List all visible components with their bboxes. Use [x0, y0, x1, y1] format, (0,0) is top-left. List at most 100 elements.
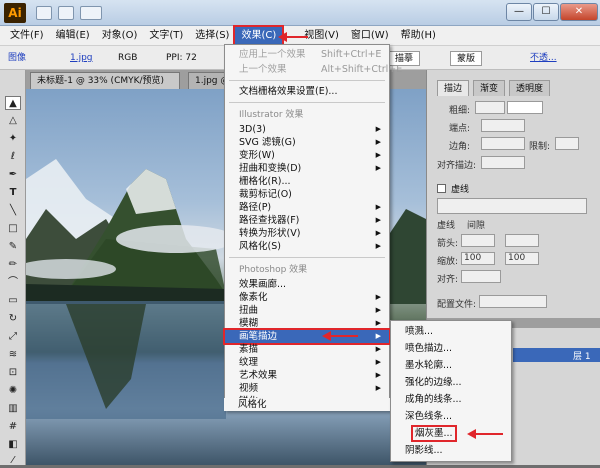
effect-sketch-item[interactable]: 素描 ▶	[225, 343, 389, 356]
rectangle-tool-icon[interactable]: □	[5, 222, 21, 236]
paintbrush-tool-icon[interactable]: ✎	[5, 240, 21, 254]
spatter-item[interactable]: 喷溅...	[391, 325, 511, 338]
start-scale-field[interactable]: 100	[461, 252, 495, 265]
close-button[interactable]: ✕	[560, 3, 598, 21]
eyedropper-tool-icon[interactable]: ⁄	[5, 454, 21, 468]
end-arrowhead-select[interactable]	[505, 234, 539, 247]
submenu-arrow-icon: ▶	[375, 384, 381, 392]
dashed-line-checkbox[interactable]	[437, 184, 446, 193]
minimize-button[interactable]: —	[506, 3, 532, 21]
effect-stylize-item[interactable]: 风格化(S) ▶	[225, 240, 389, 253]
scale-label: 缩放:	[437, 257, 459, 267]
effect-distort-item[interactable]: 扭曲 ▶	[225, 304, 389, 317]
blob-brush-tool-icon[interactable]: ⌒	[5, 276, 21, 290]
effect-pixelate-item[interactable]: 像素化 ▶	[225, 291, 389, 304]
tab-untitled-1[interactable]: 未标题-1 @ 33% (CMYK/预览)	[30, 72, 180, 89]
sumi-e-item[interactable]: 烟灰墨...	[411, 425, 457, 442]
free-transform-tool-icon[interactable]: ⊡	[5, 366, 21, 380]
warp-tool-icon[interactable]: ≋	[5, 348, 21, 362]
effect-artistic-item[interactable]: 艺术效果 ▶	[225, 369, 389, 382]
submenu-arrow-icon: ▶	[375, 216, 381, 224]
magic-wand-tool-icon[interactable]: ✦	[5, 132, 21, 146]
dash-gap-fields[interactable]	[437, 198, 587, 214]
effect-rasterize-item[interactable]: 栅格化(R)...	[225, 175, 389, 188]
lasso-tool-icon[interactable]: ℓ	[5, 150, 21, 164]
submenu-arrow-icon: ▶	[375, 151, 381, 159]
menu-separator	[229, 80, 385, 81]
effect-path-item[interactable]: 路径(P) ▶	[225, 201, 389, 214]
submenu-arrow-icon: ▶	[375, 242, 381, 250]
ink-outlines-item[interactable]: 墨水轮廓...	[391, 359, 511, 372]
workspace-icon[interactable]	[58, 6, 74, 20]
submenu-arrow-icon: ▶	[375, 164, 381, 172]
linked-file-link[interactable]: 1.jpg	[70, 51, 93, 66]
menu-object[interactable]: 对象(O)	[96, 27, 144, 45]
menu-window[interactable]: 窗口(W)	[345, 27, 395, 45]
align-arrow-buttons[interactable]	[461, 270, 501, 283]
dark-strokes-item[interactable]: 深色线条...	[391, 410, 511, 423]
sprayed-strokes-item[interactable]: 喷色描边...	[391, 342, 511, 355]
dashed-line-label: 虚线	[451, 185, 470, 195]
effect-distort-transform-item[interactable]: 扭曲和变换(D) ▶	[225, 162, 389, 175]
line-tool-icon[interactable]: ╲	[5, 204, 21, 218]
menu-file[interactable]: 文件(F)	[4, 27, 50, 45]
raster-effect-settings-item[interactable]: 文档栅格效果设置(E)...	[225, 85, 389, 98]
tools-panel: ▲ △ ✦ ℓ ✒ T ╲ □ ✎ ✏ ⌒ ▭ ↻ ⤢ ≋ ⊡ ✺ ▥ # ◧ …	[0, 70, 26, 468]
weight-label: 粗细:	[449, 106, 471, 116]
symbol-sprayer-tool-icon[interactable]: ✺	[5, 384, 21, 398]
pencil-tool-icon[interactable]: ✏	[5, 258, 21, 272]
tab-transparency[interactable]: 透明度	[509, 80, 551, 96]
maximize-button[interactable]: ☐	[533, 3, 559, 21]
effect-svg-filters-item[interactable]: SVG 滤镜(G) ▶	[225, 136, 389, 149]
profile-label: 配置文件:	[437, 300, 477, 310]
effect-pathfinder-item[interactable]: 路径查找器(F) ▶	[225, 214, 389, 227]
weight-dropdown[interactable]	[507, 101, 543, 114]
start-arrowhead-select[interactable]	[461, 234, 495, 247]
menu-help[interactable]: 帮助(H)	[395, 27, 442, 45]
crosshatch-item[interactable]: 阴影线...	[391, 444, 511, 457]
selection-tool-icon[interactable]: ▲	[5, 96, 21, 110]
pen-tool-icon[interactable]: ✒	[5, 168, 21, 182]
profile-select[interactable]	[479, 295, 547, 308]
last-effect-item[interactable]: 上一个效果 Alt+Shift+Ctrl+E	[225, 63, 402, 76]
menu-edit[interactable]: 编辑(E)	[50, 27, 96, 45]
apply-last-effect-item[interactable]: 应用上一个效果 Shift+Ctrl+E	[225, 48, 389, 61]
rotate-tool-icon[interactable]: ↻	[5, 312, 21, 326]
tab-stroke[interactable]: 描边	[437, 80, 470, 96]
effect-convert-to-shape-item[interactable]: 转换为形状(V) ▶	[225, 227, 389, 240]
effect-gallery-item[interactable]: 效果画廊...	[225, 278, 389, 291]
eraser-tool-icon[interactable]: ▭	[5, 294, 21, 308]
type-tool-icon[interactable]: T	[5, 186, 21, 200]
effect-video-item[interactable]: 视频 ▶	[225, 382, 389, 395]
opacity-link[interactable]: 不透...	[530, 51, 557, 66]
limit-stepper[interactable]	[555, 137, 579, 150]
align-arrow-label: 对齐:	[437, 275, 459, 285]
menu-select[interactable]: 选择(S)	[189, 27, 235, 45]
direct-selection-tool-icon[interactable]: △	[5, 114, 21, 128]
effect-crop-marks-item[interactable]: 裁剪标记(O)	[225, 188, 389, 201]
effect-brush-strokes-item[interactable]: 画笔描边 ▶	[223, 328, 391, 345]
tab-gradient[interactable]: 渐变	[473, 80, 506, 96]
corner-buttons[interactable]	[481, 137, 525, 150]
arrange-documents-icon[interactable]	[80, 6, 102, 20]
menu-effect[interactable]: 效果(C)	[233, 24, 285, 47]
gradient-tool-icon[interactable]: ◧	[5, 438, 21, 452]
cap-buttons[interactable]	[481, 119, 525, 132]
effect-texture-item[interactable]: 纹理 ▶	[225, 356, 389, 369]
menu-type[interactable]: 文字(T)	[143, 27, 189, 45]
mesh-tool-icon[interactable]: #	[5, 420, 21, 434]
effect-3d-item[interactable]: 3D(3) ▶	[225, 123, 389, 136]
align-stroke-buttons[interactable]	[481, 156, 525, 169]
mask-button[interactable]: 蒙版	[450, 51, 483, 66]
graph-tool-icon[interactable]: ▥	[5, 402, 21, 416]
effect-blur-item[interactable]: 模糊 ▶	[225, 317, 389, 330]
bridge-icon[interactable]	[36, 6, 52, 20]
effect-warp-item[interactable]: 变形(W) ▶	[225, 149, 389, 162]
accented-edges-item[interactable]: 强化的边缘...	[391, 376, 511, 389]
effect-stylize-ps-label[interactable]: 风格化	[224, 398, 390, 411]
weight-stepper[interactable]	[475, 101, 505, 114]
end-scale-field[interactable]: 100	[505, 252, 539, 265]
angled-strokes-item[interactable]: 成角的线条...	[391, 393, 511, 406]
ppi-text: PPI: 72	[166, 53, 197, 63]
scale-tool-icon[interactable]: ⤢	[5, 330, 21, 344]
